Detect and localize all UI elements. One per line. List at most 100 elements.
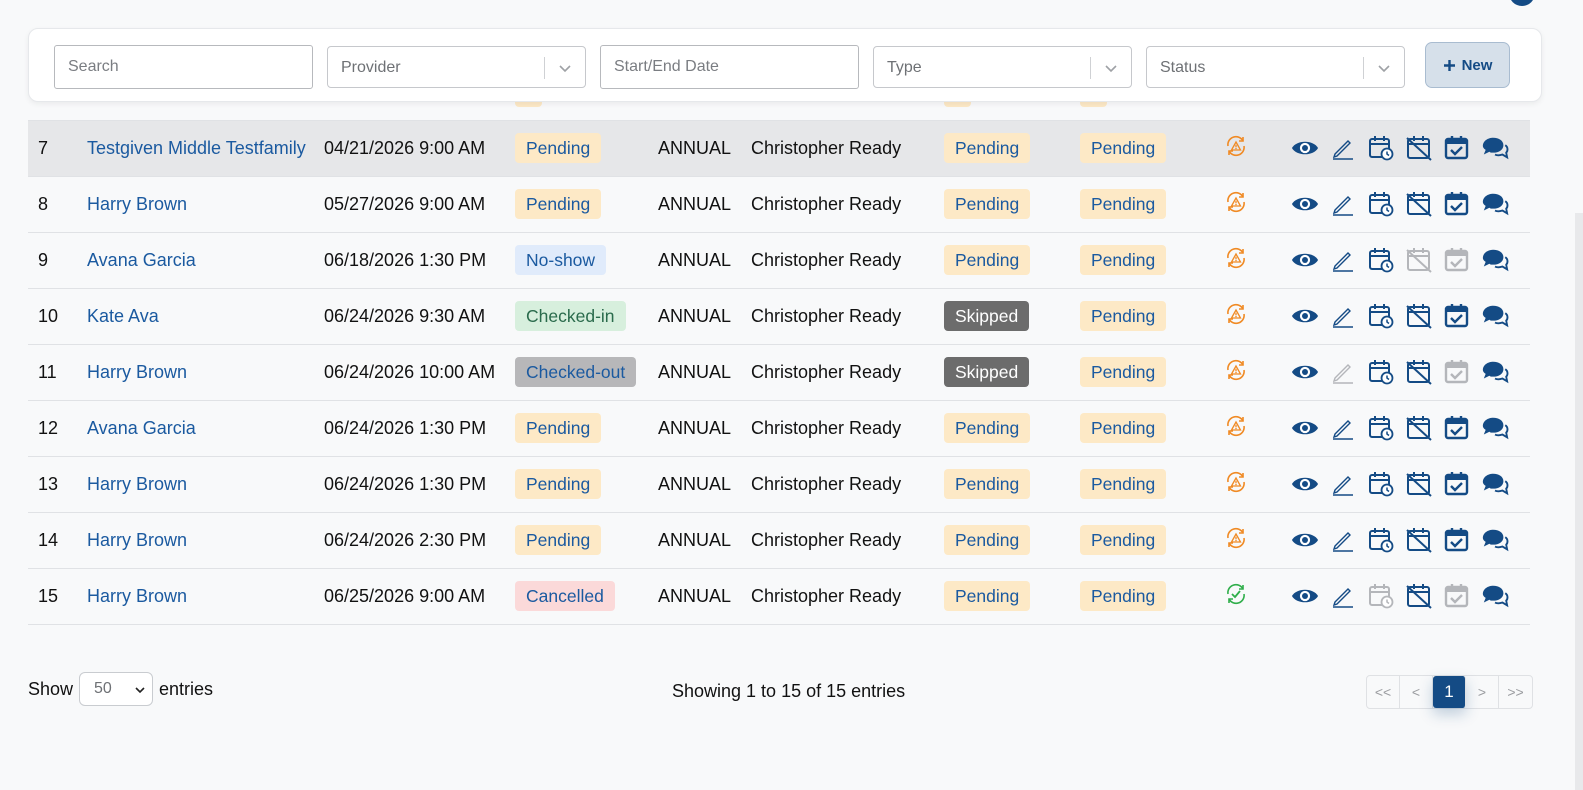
appointments-table: 7 Testgiven Middle Testfamily 04/21/2026… — [28, 64, 1530, 625]
view-icon[interactable] — [1291, 190, 1319, 218]
date-range-input[interactable] — [600, 45, 859, 89]
patient-name-link[interactable]: Harry Brown — [87, 194, 187, 214]
patient-name-link[interactable]: Testgiven Middle Testfamily — [87, 138, 306, 158]
edit-icon[interactable] — [1329, 526, 1357, 554]
cancel-appointment-icon[interactable] — [1405, 246, 1433, 274]
form-status-badge: Pending — [1080, 413, 1167, 443]
cancel-appointment-icon[interactable] — [1405, 526, 1433, 554]
check-in-icon[interactable] — [1443, 470, 1471, 498]
appointment-type: ANNUAL — [658, 288, 751, 345]
first-page-button[interactable]: << — [1367, 676, 1400, 708]
view-icon[interactable] — [1291, 470, 1319, 498]
row-actions — [1287, 414, 1530, 442]
cancel-appointment-icon[interactable] — [1405, 358, 1433, 386]
patient-name-link[interactable]: Harry Brown — [87, 362, 187, 382]
provider-name: Christopher Ready — [751, 344, 944, 401]
edit-icon[interactable] — [1329, 134, 1357, 162]
patient-name-link[interactable]: Kate Ava — [87, 306, 159, 326]
message-icon[interactable] — [1481, 470, 1509, 498]
form-status-badge: Pending — [1080, 581, 1167, 611]
message-icon[interactable] — [1481, 190, 1509, 218]
patient-name-link[interactable]: Harry Brown — [87, 586, 187, 606]
last-page-button[interactable]: >> — [1499, 676, 1532, 708]
reschedule-icon[interactable] — [1367, 470, 1395, 498]
edit-icon[interactable] — [1329, 302, 1357, 330]
patient-name-link[interactable]: Avana Garcia — [87, 250, 196, 270]
row-number: 11 — [28, 344, 87, 401]
provider-select[interactable]: Provider — [327, 46, 586, 88]
table-row: 9 Avana Garcia 06/18/2026 1:30 PM No-sho… — [28, 232, 1530, 289]
edit-icon[interactable] — [1329, 414, 1357, 442]
message-icon[interactable] — [1481, 582, 1509, 610]
edit-icon[interactable] — [1329, 470, 1357, 498]
new-appointment-button[interactable]: New — [1425, 42, 1510, 88]
user-avatar[interactable] — [1509, 0, 1535, 6]
scrollbar[interactable] — [1575, 213, 1583, 790]
row-actions — [1287, 134, 1530, 162]
edit-icon[interactable] — [1329, 190, 1357, 218]
form-status-badge: Pending — [1080, 133, 1167, 163]
patient-name-link[interactable]: Harry Brown — [87, 530, 187, 550]
cancel-appointment-icon[interactable] — [1405, 134, 1433, 162]
view-icon[interactable] — [1291, 134, 1319, 162]
page-1-button[interactable]: 1 — [1433, 676, 1466, 708]
check-in-icon[interactable] — [1443, 190, 1471, 218]
search-input[interactable] — [54, 45, 313, 89]
edit-icon[interactable] — [1329, 582, 1357, 610]
show-label: Show — [28, 678, 74, 699]
message-icon[interactable] — [1481, 302, 1509, 330]
reschedule-icon[interactable] — [1367, 302, 1395, 330]
reschedule-icon[interactable] — [1367, 190, 1395, 218]
check-in-icon[interactable] — [1443, 302, 1471, 330]
edit-icon[interactable] — [1329, 246, 1357, 274]
status-select[interactable]: Status — [1146, 46, 1405, 88]
view-icon[interactable] — [1291, 582, 1319, 610]
entries-per-page-select[interactable]: 50 — [79, 672, 154, 706]
view-icon[interactable] — [1291, 302, 1319, 330]
cancel-appointment-icon[interactable] — [1405, 470, 1433, 498]
cancel-appointment-icon[interactable] — [1405, 190, 1433, 218]
view-icon[interactable] — [1291, 246, 1319, 274]
view-icon[interactable] — [1291, 526, 1319, 554]
cancel-appointment-icon[interactable] — [1405, 302, 1433, 330]
reschedule-icon[interactable] — [1367, 526, 1395, 554]
cancel-appointment-icon[interactable] — [1405, 582, 1433, 610]
cancel-appointment-icon[interactable] — [1405, 414, 1433, 442]
reschedule-icon[interactable] — [1367, 134, 1395, 162]
form-status-badge: Pending — [1080, 245, 1167, 275]
check-in-icon[interactable] — [1443, 526, 1471, 554]
form-status-badge: Pending — [1080, 189, 1167, 219]
message-icon[interactable] — [1481, 358, 1509, 386]
message-icon[interactable] — [1481, 134, 1509, 162]
edit-icon[interactable] — [1329, 358, 1357, 386]
check-in-icon[interactable] — [1443, 134, 1471, 162]
check-in-icon[interactable] — [1443, 582, 1471, 610]
appointment-type: ANNUAL — [658, 232, 751, 289]
patient-name-link[interactable]: Avana Garcia — [87, 418, 196, 438]
intake-status-badge: Pending — [944, 469, 1031, 499]
check-in-icon[interactable] — [1443, 414, 1471, 442]
view-icon[interactable] — [1291, 358, 1319, 386]
type-select[interactable]: Type — [873, 46, 1132, 88]
row-number: 13 — [28, 456, 87, 513]
appointment-status-badge: Pending — [515, 525, 602, 555]
message-icon[interactable] — [1481, 414, 1509, 442]
provider-name: Christopher Ready — [751, 512, 944, 569]
view-icon[interactable] — [1291, 414, 1319, 442]
message-icon[interactable] — [1481, 246, 1509, 274]
check-in-icon[interactable] — [1443, 358, 1471, 386]
appointment-status-badge: Pending — [515, 189, 602, 219]
next-page-button[interactable]: > — [1466, 676, 1499, 708]
reschedule-icon[interactable] — [1367, 246, 1395, 274]
patient-name-link[interactable]: Harry Brown — [87, 474, 187, 494]
reschedule-icon[interactable] — [1367, 414, 1395, 442]
reschedule-icon[interactable] — [1367, 358, 1395, 386]
check-in-icon[interactable] — [1443, 246, 1471, 274]
sync-warning-icon — [1224, 190, 1248, 214]
prev-page-button[interactable]: < — [1400, 676, 1433, 708]
reschedule-icon[interactable] — [1367, 582, 1395, 610]
appointment-status-badge: Checked-in — [515, 301, 626, 331]
appointment-type: ANNUAL — [658, 512, 751, 569]
form-status-badge: Pending — [1080, 357, 1167, 387]
message-icon[interactable] — [1481, 526, 1509, 554]
